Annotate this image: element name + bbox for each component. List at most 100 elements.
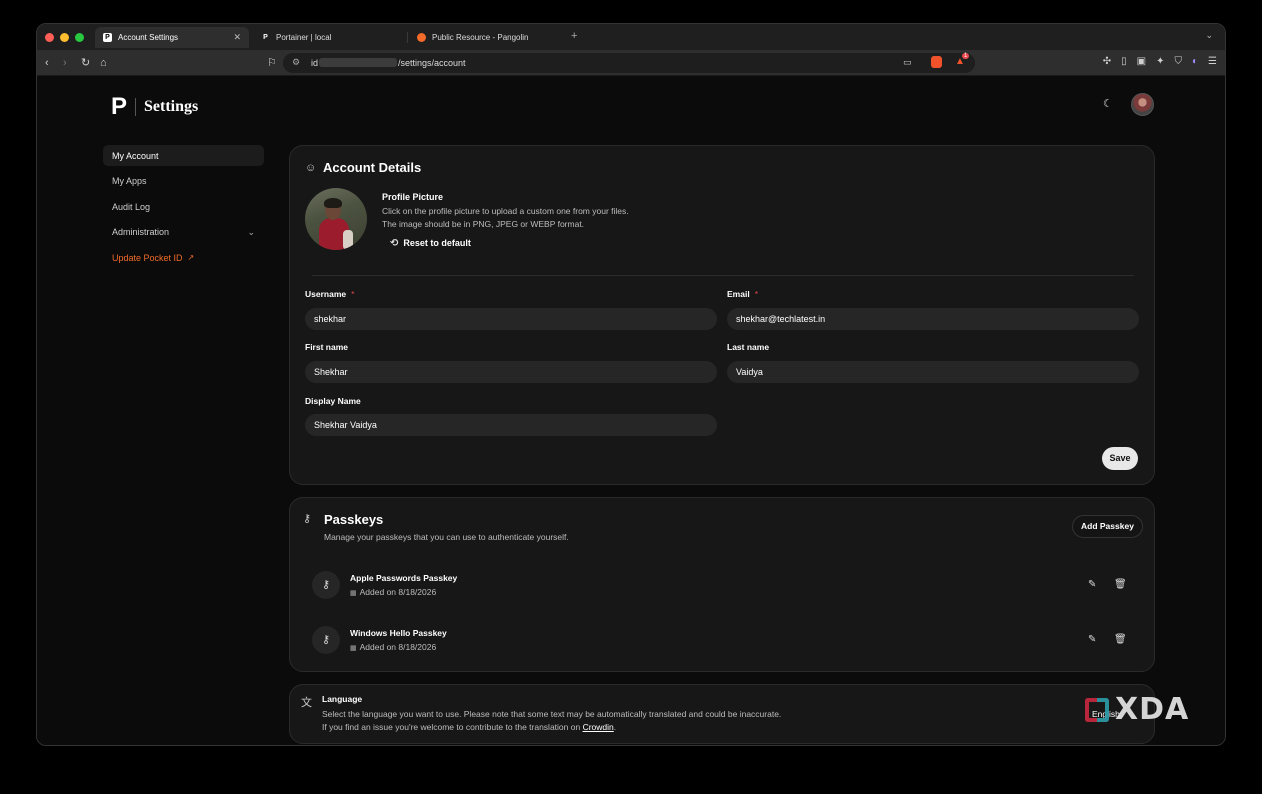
settings-sidebar: My Account My Apps Audit Log Administrat… — [103, 145, 264, 273]
key-icon: ⚷ — [312, 571, 340, 599]
brave-shield-icon[interactable] — [931, 56, 942, 68]
xda-watermark: XDA — [1083, 692, 1189, 727]
sidebar-item-administration[interactable]: Administration ⌄ — [103, 222, 264, 243]
address-bar[interactable]: ⚙ id/settings/account ▭ ▲ 1 — [283, 53, 975, 73]
extension-purple-icon[interactable]: ◐ — [1192, 56, 1198, 67]
xda-logo-icon — [1083, 696, 1111, 724]
app-logo[interactable]: P Settings — [111, 93, 198, 121]
divider — [312, 275, 1134, 276]
passkey-added-text: Added on 8/18/2026 — [359, 642, 437, 652]
wallet-icon[interactable]: ▣ — [1137, 56, 1146, 67]
reset-to-default-button[interactable]: ⟲ Reset to default — [382, 234, 479, 252]
sidebar-item-label: My Apps — [112, 176, 147, 186]
language-description: Select the language you want to use. Ple… — [322, 708, 781, 734]
reset-label: Reset to default — [403, 238, 471, 248]
sidebar-toggle-icon[interactable]: ▯ — [1121, 56, 1127, 67]
theme-toggle-moon-icon[interactable]: ☾ — [1103, 97, 1113, 110]
profile-picture[interactable] — [305, 188, 367, 250]
sidebar-item-audit-log[interactable]: Audit Log — [103, 196, 264, 217]
xda-text: XDA — [1115, 692, 1190, 727]
save-button[interactable]: Save — [1102, 447, 1138, 470]
user-pen-icon: ☺ — [305, 162, 317, 174]
maximize-window-button[interactable] — [75, 33, 84, 42]
sidebar-item-update-pocket-id[interactable]: Update Pocket ID ↗ — [103, 247, 264, 268]
browser-window: P Account Settings ✕ P Portainer | local… — [36, 23, 1226, 746]
leo-ai-icon[interactable]: ✦ — [1156, 56, 1164, 67]
crowdin-link[interactable]: Crowdin — [583, 722, 614, 732]
label-text: Email — [727, 289, 750, 299]
pencil-icon[interactable]: ✎ — [1088, 579, 1096, 590]
profile-picture-title: Profile Picture — [382, 192, 444, 202]
bookmark-icon[interactable]: ⚐ — [267, 56, 277, 70]
rewards-badge: 1 — [962, 53, 970, 59]
cast-icon[interactable]: ▭ — [903, 57, 912, 68]
language-title: Language — [322, 694, 363, 704]
logo-letter: P — [111, 93, 128, 120]
external-link-icon: ↗ — [187, 253, 195, 262]
calendar-icon: ▦ — [350, 590, 357, 597]
email-input[interactable]: shekhar@techlatest.in — [727, 308, 1139, 330]
pangolin-favicon-icon — [417, 33, 426, 42]
first-name-input[interactable]: Shekhar — [305, 361, 717, 383]
back-arrow-icon[interactable]: ‹ — [45, 56, 49, 70]
close-tab-icon[interactable]: ✕ — [233, 32, 241, 43]
site-settings-icon[interactable]: ⚙ — [292, 57, 300, 68]
toolbar-extensions: ✣ ▯ ▣ ✦ ⛉ ◐ ☰ — [1103, 56, 1217, 67]
pocket-id-favicon-icon: P — [103, 33, 112, 42]
url-path: /settings/account — [398, 58, 466, 68]
passkey-date: ▦ Added on 8/18/2026 — [350, 587, 436, 597]
tab-pangolin[interactable]: Public Resource - Pangolin — [409, 27, 559, 48]
url-redacted — [319, 58, 398, 67]
profile-picture-description: Click on the profile picture to upload a… — [382, 205, 629, 230]
tab-label: Public Resource - Pangolin — [432, 33, 529, 42]
language-card: 文 Language Select the language you want … — [289, 684, 1155, 744]
sidebar-item-label: Audit Log — [112, 201, 151, 212]
new-tab-icon[interactable]: + — [571, 30, 577, 42]
chevron-down-icon: ⌄ — [247, 226, 255, 237]
display-name-input[interactable]: Shekhar Vaidya — [305, 414, 717, 436]
extensions-icon[interactable]: ✣ — [1103, 56, 1111, 67]
tab-label: Portainer | local — [276, 33, 332, 42]
tab-account-settings[interactable]: P Account Settings ✕ — [95, 27, 249, 48]
sidebar-item-my-account[interactable]: My Account — [103, 145, 264, 166]
reload-icon[interactable]: ↻ — [81, 56, 90, 70]
calendar-icon: ▦ — [350, 645, 357, 652]
menu-icon[interactable]: ☰ — [1208, 56, 1217, 67]
trash-icon[interactable]: 🗑 — [1114, 634, 1127, 645]
sidebar-item-my-apps[interactable]: My Apps — [103, 171, 264, 192]
vpn-shield-icon[interactable]: ⛉ — [1174, 56, 1182, 67]
required-mark: * — [754, 289, 758, 299]
add-passkey-button[interactable]: Add Passkey — [1072, 515, 1143, 538]
passkey-added-text: Added on 8/18/2026 — [359, 587, 437, 597]
url-prefix: id — [311, 58, 319, 68]
profile-picture-desc-line: Click on the profile picture to upload a… — [382, 206, 629, 216]
forward-arrow-icon[interactable]: › — [63, 56, 67, 70]
pocket-id-app: P Settings ☾ My Account My Apps Audit Lo… — [37, 77, 1225, 745]
passkeys-title: Passkeys — [324, 512, 384, 527]
home-icon[interactable]: ⌂ — [100, 56, 107, 70]
key-icon: ⚷ — [312, 626, 340, 654]
logo-text: Settings — [144, 98, 199, 115]
account-details-title: Account Details — [323, 160, 422, 175]
url-text: id/settings/account — [311, 58, 466, 68]
display-name-label: Display Name — [305, 396, 361, 406]
trash-icon[interactable]: 🗑 — [1114, 579, 1127, 590]
tab-search-chevron-icon[interactable]: ⌄ — [1205, 30, 1213, 41]
pencil-icon[interactable]: ✎ — [1088, 634, 1096, 645]
passkey-name: Apple Passwords Passkey — [350, 573, 458, 583]
list-item: ⚷ Apple Passwords Passkey ▦ Added on 8/18… — [312, 565, 1142, 605]
last-name-input[interactable]: Vaidya — [727, 361, 1139, 383]
passkey-date: ▦ Added on 8/18/2026 — [350, 642, 436, 652]
translate-icon: 文 — [301, 697, 312, 709]
browser-toolbar: ‹ › ↻ ⌂ ⚐ ⚙ id/settings/account ▭ ▲ 1 ✣ … — [37, 50, 1225, 76]
language-desc-text: . — [613, 722, 617, 732]
refresh-icon: ⟲ — [390, 237, 399, 249]
username-input[interactable]: shekhar — [305, 308, 717, 330]
username-label: Username * — [305, 289, 354, 299]
minimize-window-button[interactable] — [60, 33, 69, 42]
tab-portainer[interactable]: P Portainer | local — [253, 27, 403, 48]
tab-label: Account Settings — [118, 33, 179, 42]
close-window-button[interactable] — [45, 33, 54, 42]
pocket-id-favicon-icon: P — [263, 34, 268, 41]
user-avatar[interactable] — [1131, 93, 1154, 116]
